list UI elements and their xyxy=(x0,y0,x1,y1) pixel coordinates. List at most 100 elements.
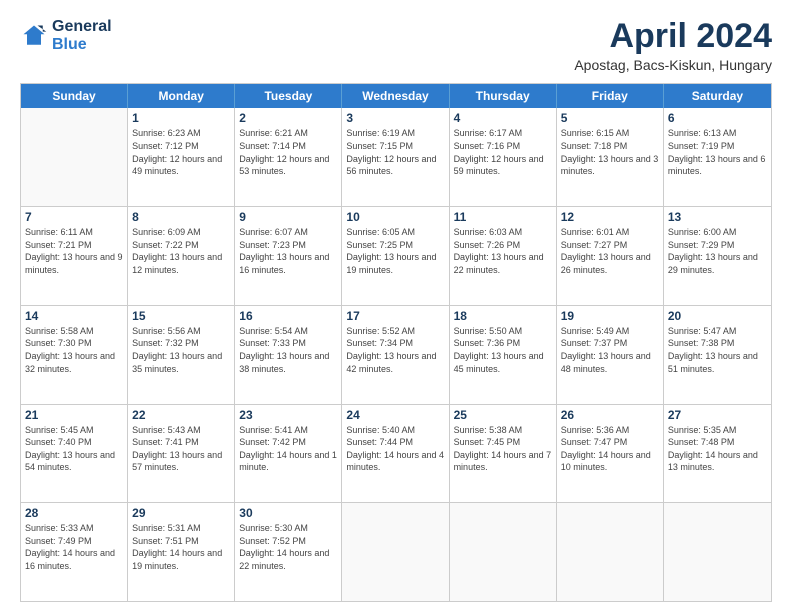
day-info: Sunrise: 6:01 AMSunset: 7:27 PMDaylight:… xyxy=(561,226,659,276)
day-info: Sunrise: 5:56 AMSunset: 7:32 PMDaylight:… xyxy=(132,325,230,375)
day-info: Sunrise: 5:38 AMSunset: 7:45 PMDaylight:… xyxy=(454,424,552,474)
day-number: 15 xyxy=(132,309,230,323)
logo-line2: Blue xyxy=(52,36,112,54)
calendar-day: 18 Sunrise: 5:50 AMSunset: 7:36 PMDayligh… xyxy=(450,306,557,404)
subtitle: Apostag, Bacs-Kiskun, Hungary xyxy=(574,57,772,73)
day-info: Sunrise: 6:05 AMSunset: 7:25 PMDaylight:… xyxy=(346,226,444,276)
day-info: Sunrise: 5:54 AMSunset: 7:33 PMDaylight:… xyxy=(239,325,337,375)
day-number: 5 xyxy=(561,111,659,125)
day-info: Sunrise: 5:50 AMSunset: 7:36 PMDaylight:… xyxy=(454,325,552,375)
logo: General Blue xyxy=(20,18,112,55)
calendar-day: 7Sunrise: 6:11 AMSunset: 7:21 PMDaylight… xyxy=(21,207,128,305)
calendar-day: 21 Sunrise: 5:45 AMSunset: 7:40 PMDayligh… xyxy=(21,405,128,503)
day-info: Sunrise: 6:03 AMSunset: 7:26 PMDaylight:… xyxy=(454,226,552,276)
day-info: Sunrise: 6:00 AMSunset: 7:29 PMDaylight:… xyxy=(668,226,767,276)
day-number: 3 xyxy=(346,111,444,125)
day-info: Sunrise: 5:35 AMSunset: 7:48 PMDaylight:… xyxy=(668,424,767,474)
day-number: 17 xyxy=(346,309,444,323)
day-info: Sunrise: 5:41 AMSunset: 7:42 PMDaylight:… xyxy=(239,424,337,474)
weekday-header: Monday xyxy=(128,84,235,108)
calendar-day: 12 Sunrise: 6:01 AMSunset: 7:27 PMDayligh… xyxy=(557,207,664,305)
calendar-day: 23Sunrise: 5:41 AMSunset: 7:42 PMDayligh… xyxy=(235,405,342,503)
calendar-day: 29 Sunrise: 5:31 AMSunset: 7:51 PMDayligh… xyxy=(128,503,235,601)
calendar-day: 24 Sunrise: 5:40 AMSunset: 7:44 PMDayligh… xyxy=(342,405,449,503)
day-number: 9 xyxy=(239,210,337,224)
day-number: 4 xyxy=(454,111,552,125)
header: General Blue April 2024 Apostag, Bacs-Ki… xyxy=(20,18,772,73)
day-info: Sunrise: 6:19 AMSunset: 7:15 PMDaylight:… xyxy=(346,127,444,177)
weekday-header: Tuesday xyxy=(235,84,342,108)
weekday-header: Sunday xyxy=(21,84,128,108)
day-number: 18 xyxy=(454,309,552,323)
calendar-day: 1 Sunrise: 6:23 AMSunset: 7:12 PMDaylight… xyxy=(128,108,235,206)
calendar-week: 1 Sunrise: 6:23 AMSunset: 7:12 PMDaylight… xyxy=(21,108,771,207)
calendar-body: 1 Sunrise: 6:23 AMSunset: 7:12 PMDaylight… xyxy=(21,108,771,601)
calendar-day: 4 Sunrise: 6:17 AMSunset: 7:16 PMDaylight… xyxy=(450,108,557,206)
day-number: 2 xyxy=(239,111,337,125)
day-info: Sunrise: 5:36 AMSunset: 7:47 PMDaylight:… xyxy=(561,424,659,474)
calendar-week: 28Sunrise: 5:33 AMSunset: 7:49 PMDayligh… xyxy=(21,503,771,601)
calendar-week: 7Sunrise: 6:11 AMSunset: 7:21 PMDaylight… xyxy=(21,207,771,306)
calendar-day: 26 Sunrise: 5:36 AMSunset: 7:47 PMDayligh… xyxy=(557,405,664,503)
day-info: Sunrise: 6:07 AMSunset: 7:23 PMDaylight:… xyxy=(239,226,337,276)
day-info: Sunrise: 5:40 AMSunset: 7:44 PMDaylight:… xyxy=(346,424,444,474)
day-number: 16 xyxy=(239,309,337,323)
calendar-day: 10 Sunrise: 6:05 AMSunset: 7:25 PMDayligh… xyxy=(342,207,449,305)
day-info: Sunrise: 5:30 AMSunset: 7:52 PMDaylight:… xyxy=(239,522,337,572)
calendar-day: 19Sunrise: 5:49 AMSunset: 7:37 PMDayligh… xyxy=(557,306,664,404)
calendar-day: 30 Sunrise: 5:30 AMSunset: 7:52 PMDayligh… xyxy=(235,503,342,601)
day-number: 12 xyxy=(561,210,659,224)
calendar-week: 21 Sunrise: 5:45 AMSunset: 7:40 PMDayligh… xyxy=(21,405,771,504)
day-number: 11 xyxy=(454,210,552,224)
day-info: Sunrise: 6:15 AMSunset: 7:18 PMDaylight:… xyxy=(561,127,659,177)
day-number: 20 xyxy=(668,309,767,323)
day-number: 6 xyxy=(668,111,767,125)
calendar-day: 22 Sunrise: 5:43 AMSunset: 7:41 PMDayligh… xyxy=(128,405,235,503)
calendar-empty-day xyxy=(450,503,557,601)
calendar-day: 20 Sunrise: 5:47 AMSunset: 7:38 PMDayligh… xyxy=(664,306,771,404)
day-number: 28 xyxy=(25,506,123,520)
calendar-empty-day xyxy=(664,503,771,601)
calendar-day: 28Sunrise: 5:33 AMSunset: 7:49 PMDayligh… xyxy=(21,503,128,601)
calendar-day: 8 Sunrise: 6:09 AMSunset: 7:22 PMDaylight… xyxy=(128,207,235,305)
day-info: Sunrise: 5:31 AMSunset: 7:51 PMDaylight:… xyxy=(132,522,230,572)
calendar-day: 2 Sunrise: 6:21 AMSunset: 7:14 PMDaylight… xyxy=(235,108,342,206)
day-number: 1 xyxy=(132,111,230,125)
calendar-empty-day xyxy=(21,108,128,206)
calendar-day: 5 Sunrise: 6:15 AMSunset: 7:18 PMDaylight… xyxy=(557,108,664,206)
calendar-day: 17Sunrise: 5:52 AMSunset: 7:34 PMDayligh… xyxy=(342,306,449,404)
day-info: Sunrise: 5:43 AMSunset: 7:41 PMDaylight:… xyxy=(132,424,230,474)
day-number: 14 xyxy=(25,309,123,323)
main-title: April 2024 xyxy=(574,18,772,55)
day-number: 13 xyxy=(668,210,767,224)
calendar-empty-day xyxy=(342,503,449,601)
calendar-day: 27Sunrise: 5:35 AMSunset: 7:48 PMDayligh… xyxy=(664,405,771,503)
day-info: Sunrise: 6:21 AMSunset: 7:14 PMDaylight:… xyxy=(239,127,337,177)
calendar-day: 15 Sunrise: 5:56 AMSunset: 7:32 PMDayligh… xyxy=(128,306,235,404)
page: General Blue April 2024 Apostag, Bacs-Ki… xyxy=(0,0,792,612)
day-info: Sunrise: 5:47 AMSunset: 7:38 PMDaylight:… xyxy=(668,325,767,375)
calendar-header: SundayMondayTuesdayWednesdayThursdayFrid… xyxy=(21,84,771,108)
day-number: 19 xyxy=(561,309,659,323)
day-number: 21 xyxy=(25,408,123,422)
logo-icon xyxy=(20,22,48,50)
logo-line1: General xyxy=(52,18,112,36)
calendar-day: 14Sunrise: 5:58 AMSunset: 7:30 PMDayligh… xyxy=(21,306,128,404)
day-info: Sunrise: 6:23 AMSunset: 7:12 PMDaylight:… xyxy=(132,127,230,177)
day-number: 8 xyxy=(132,210,230,224)
day-number: 22 xyxy=(132,408,230,422)
day-number: 10 xyxy=(346,210,444,224)
day-number: 24 xyxy=(346,408,444,422)
day-number: 30 xyxy=(239,506,337,520)
title-block: April 2024 Apostag, Bacs-Kiskun, Hungary xyxy=(574,18,772,73)
calendar-day: 25Sunrise: 5:38 AMSunset: 7:45 PMDayligh… xyxy=(450,405,557,503)
day-info: Sunrise: 6:17 AMSunset: 7:16 PMDaylight:… xyxy=(454,127,552,177)
day-info: Sunrise: 6:09 AMSunset: 7:22 PMDaylight:… xyxy=(132,226,230,276)
calendar-day: 11 Sunrise: 6:03 AMSunset: 7:26 PMDayligh… xyxy=(450,207,557,305)
day-number: 26 xyxy=(561,408,659,422)
day-info: Sunrise: 5:45 AMSunset: 7:40 PMDaylight:… xyxy=(25,424,123,474)
calendar-day: 16 Sunrise: 5:54 AMSunset: 7:33 PMDayligh… xyxy=(235,306,342,404)
day-number: 29 xyxy=(132,506,230,520)
weekday-header: Saturday xyxy=(664,84,771,108)
calendar-day: 6Sunrise: 6:13 AMSunset: 7:19 PMDaylight… xyxy=(664,108,771,206)
